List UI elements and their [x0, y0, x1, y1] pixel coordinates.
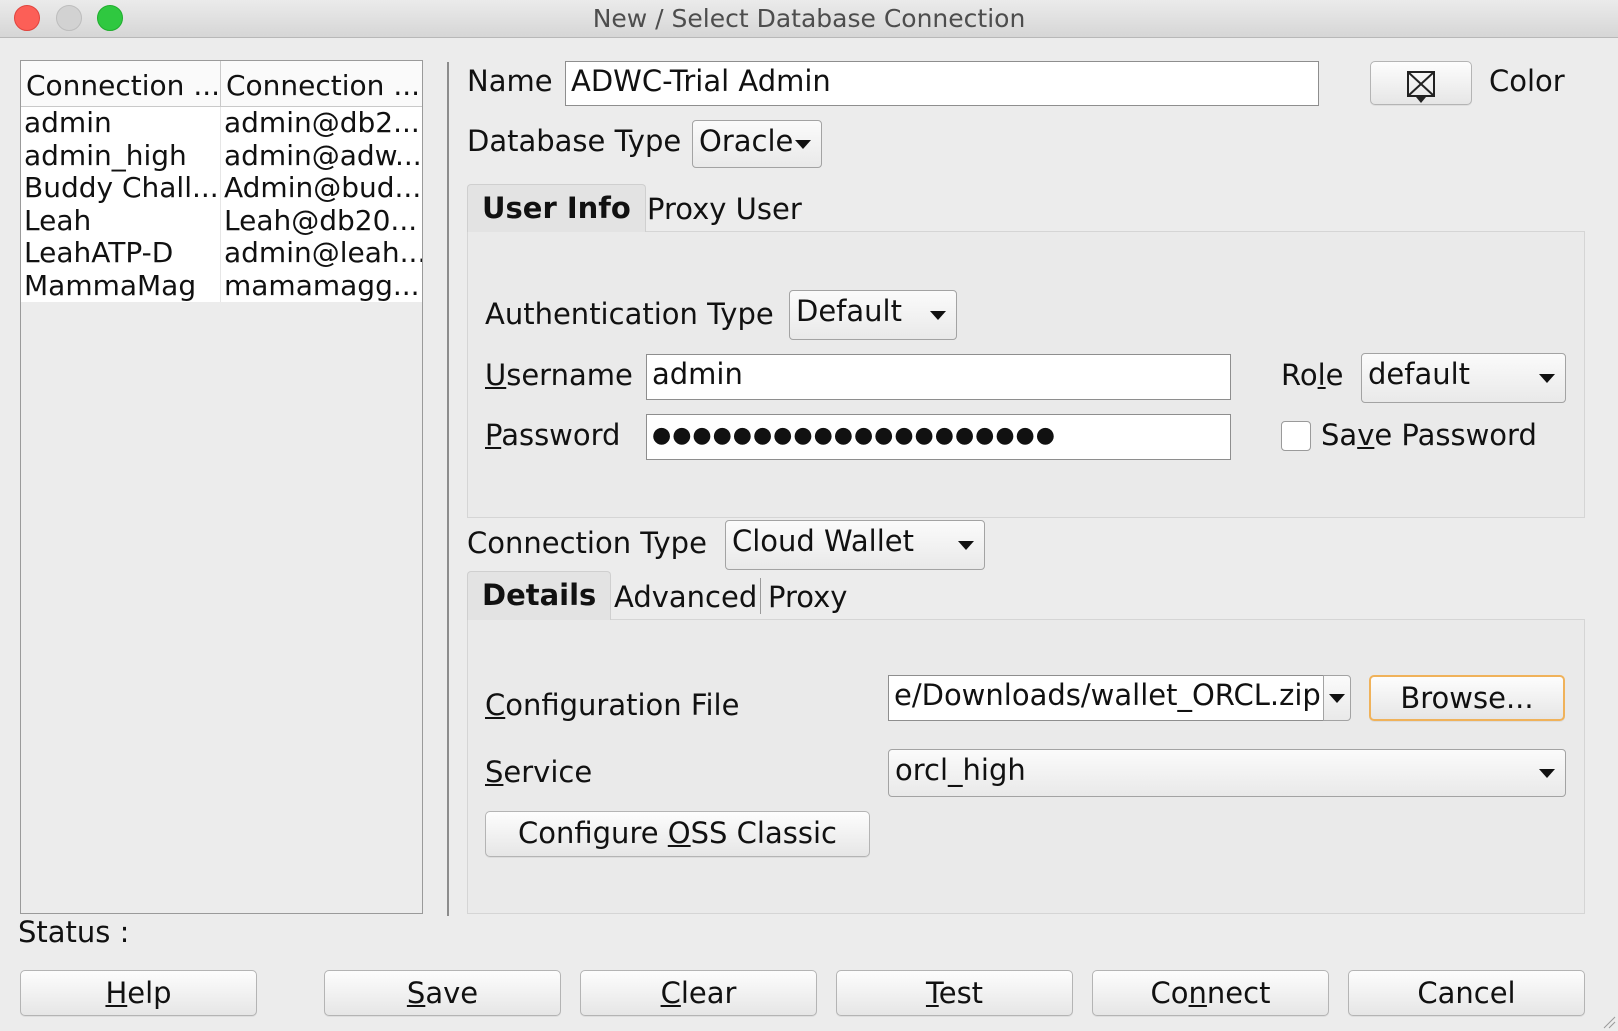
tab-proxy-user[interactable]: Proxy User	[647, 192, 802, 226]
color-picker-button[interactable]	[1370, 61, 1472, 105]
authentication-type-label: Authentication Type	[485, 297, 774, 331]
connection-details-cell: Admin@bud...	[224, 172, 422, 204]
color-label: Color	[1489, 64, 1565, 98]
split-pane-divider[interactable]	[447, 62, 449, 916]
save-button[interactable]: Save	[324, 970, 561, 1016]
name-label: Name	[467, 64, 553, 98]
username-label: Username	[485, 358, 633, 392]
color-swatch-icon	[1407, 71, 1435, 103]
connection-type-select[interactable]: Cloud Wallet	[725, 520, 985, 570]
connection-name-cell: admin_high	[21, 139, 221, 172]
service-select[interactable]: orcl_high	[888, 749, 1566, 797]
connection-type-value: Cloud Wallet	[732, 524, 914, 558]
connect-button[interactable]: Connect	[1092, 970, 1329, 1016]
tab-details[interactable]: Details	[467, 571, 612, 620]
connection-name-cell: admin	[21, 107, 221, 140]
connection-name-cell: Leah	[21, 204, 221, 237]
connection-details-cell: Leah@db20...	[224, 204, 418, 237]
chevron-down-icon	[930, 311, 946, 320]
table-row[interactable]: Buddy Chall... Admin@bud...	[21, 172, 422, 205]
connection-details-cell: admin@adw...	[224, 139, 422, 172]
clear-button[interactable]: Clear	[580, 970, 817, 1016]
connections-table[interactable]: Connection ... Connection ... admin admi…	[20, 60, 423, 914]
authentication-type-select[interactable]: Default	[789, 290, 957, 340]
connection-name-cell: LeahATP-D	[21, 237, 221, 270]
browse-button[interactable]: Browse...	[1369, 675, 1565, 721]
tab-advanced[interactable]: Advanced	[614, 580, 757, 614]
help-button[interactable]: Help	[20, 970, 257, 1016]
configuration-file-label: Configuration File	[485, 688, 740, 722]
table-row[interactable]: admin admin@db2...	[21, 107, 422, 140]
service-value: orcl_high	[895, 753, 1026, 787]
configuration-file-history-dropdown[interactable]	[1323, 675, 1351, 721]
connection-type-label: Connection Type	[467, 526, 707, 560]
chevron-down-icon	[795, 140, 811, 149]
table-row[interactable]: admin_high admin@adw...	[21, 139, 422, 172]
service-label: Service	[485, 755, 593, 789]
username-input[interactable]: admin	[646, 354, 1231, 400]
connection-details-cell: admin@db2...	[224, 107, 420, 139]
chevron-down-icon	[958, 541, 974, 550]
configuration-file-input[interactable]: e/Downloads/wallet_ORCL.zip	[888, 675, 1324, 721]
password-label: Password	[485, 418, 621, 452]
resize-grip-icon[interactable]	[1600, 1013, 1616, 1029]
authentication-type-value: Default	[796, 294, 902, 328]
connection-name-cell: MammaMag	[21, 269, 221, 302]
cancel-button[interactable]: Cancel	[1348, 970, 1585, 1016]
tab-user-info[interactable]: User Info	[467, 184, 646, 232]
title-bar: New / Select Database Connection	[0, 0, 1618, 38]
connection-details-cell: admin@leah...	[224, 237, 422, 269]
tab-divider	[760, 578, 761, 614]
role-label: Role	[1281, 358, 1344, 392]
save-password-label: Save Password	[1321, 418, 1537, 452]
role-select[interactable]: default	[1361, 353, 1566, 403]
chevron-down-icon	[1539, 374, 1555, 383]
save-password-checkbox[interactable]	[1281, 421, 1311, 451]
connection-details-cell: mamamagg...	[224, 269, 420, 302]
password-input[interactable]: ●●●●●●●●●●●●●●●●●●●●	[646, 414, 1231, 460]
column-header-connection-name[interactable]: Connection ...	[21, 61, 221, 106]
database-type-select[interactable]: Oracle	[692, 120, 822, 168]
status-label: Status :	[18, 915, 130, 949]
connection-name-input[interactable]: ADWC-Trial Admin	[565, 61, 1319, 106]
database-type-label: Database Type	[467, 124, 682, 158]
database-type-value: Oracle	[699, 124, 794, 158]
chevron-down-icon	[1329, 694, 1345, 703]
chevron-down-icon	[1539, 769, 1555, 778]
window-title: New / Select Database Connection	[592, 4, 1026, 33]
table-row[interactable]: Leah Leah@db20...	[21, 204, 422, 237]
table-row[interactable]: MammaMag mamamagg...	[21, 269, 422, 302]
connection-name-cell: Buddy Chall...	[21, 172, 221, 205]
tab-proxy[interactable]: Proxy	[768, 580, 847, 614]
role-value: default	[1368, 357, 1471, 391]
configure-oss-classic-button[interactable]: Configure OSS Classic	[485, 811, 870, 857]
connections-table-header: Connection ... Connection ...	[21, 61, 422, 107]
column-header-connection-details[interactable]: Connection ...	[221, 61, 422, 106]
test-button[interactable]: Test	[836, 970, 1073, 1016]
table-row[interactable]: LeahATP-D admin@leah...	[21, 237, 422, 270]
